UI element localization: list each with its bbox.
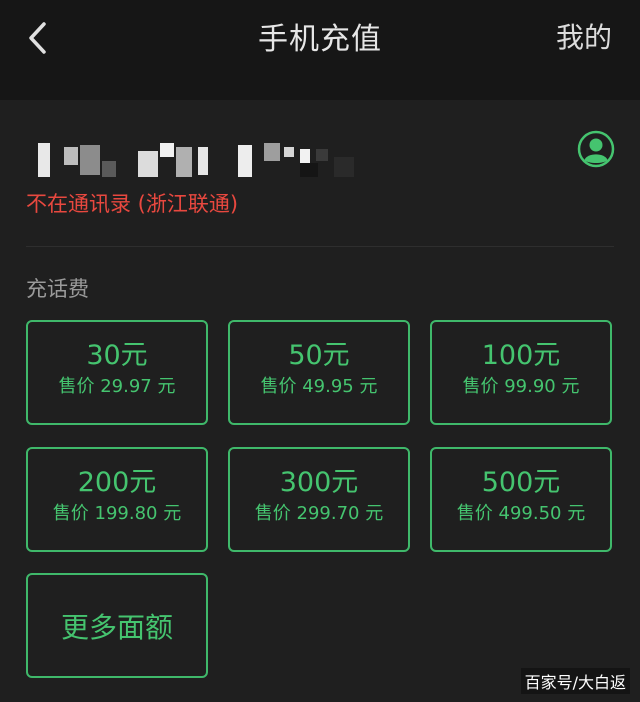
option-price: 售价 199.80 元 bbox=[52, 503, 182, 524]
more-amounts-label: 更多面额 bbox=[60, 611, 173, 644]
page-title: 手机充值 bbox=[258, 22, 382, 57]
option-amount: 50元 bbox=[288, 340, 350, 371]
option-amount: 30元 bbox=[86, 340, 148, 371]
option-amount: 500元 bbox=[481, 467, 561, 498]
option-price: 售价 29.97 元 bbox=[58, 376, 176, 397]
topup-option-30[interactable]: 30元 售价 29.97 元 bbox=[26, 320, 208, 425]
option-amount: 300元 bbox=[279, 467, 359, 498]
option-amount: 100元 bbox=[481, 340, 561, 371]
phone-number-masked[interactable] bbox=[38, 143, 368, 181]
contact-picker-button[interactable] bbox=[577, 130, 615, 168]
divider bbox=[26, 246, 614, 247]
topup-option-500[interactable]: 500元 售价 499.50 元 bbox=[430, 447, 612, 552]
mine-button[interactable]: 我的 bbox=[556, 16, 612, 56]
section-label-topup: 充话费 bbox=[26, 277, 89, 301]
contact-note: 不在通讯录 (浙江联通) bbox=[26, 192, 239, 216]
top-bar: 手机充值 我的 bbox=[0, 0, 640, 100]
watermark: 百家号/大白返 bbox=[520, 668, 630, 694]
option-amount: 200元 bbox=[77, 467, 157, 498]
option-price: 售价 99.90 元 bbox=[462, 376, 580, 397]
topup-option-50[interactable]: 50元 售价 49.95 元 bbox=[228, 320, 410, 425]
topup-option-300[interactable]: 300元 售价 299.70 元 bbox=[228, 447, 410, 552]
option-price: 售价 299.70 元 bbox=[254, 503, 384, 524]
topup-option-100[interactable]: 100元 售价 99.90 元 bbox=[430, 320, 612, 425]
option-price: 售价 49.95 元 bbox=[260, 376, 378, 397]
option-price: 售价 499.50 元 bbox=[456, 503, 586, 524]
topup-option-200[interactable]: 200元 售价 199.80 元 bbox=[26, 447, 208, 552]
more-amounts-button[interactable]: 更多面额 bbox=[26, 573, 208, 678]
person-circle-icon bbox=[577, 130, 615, 168]
